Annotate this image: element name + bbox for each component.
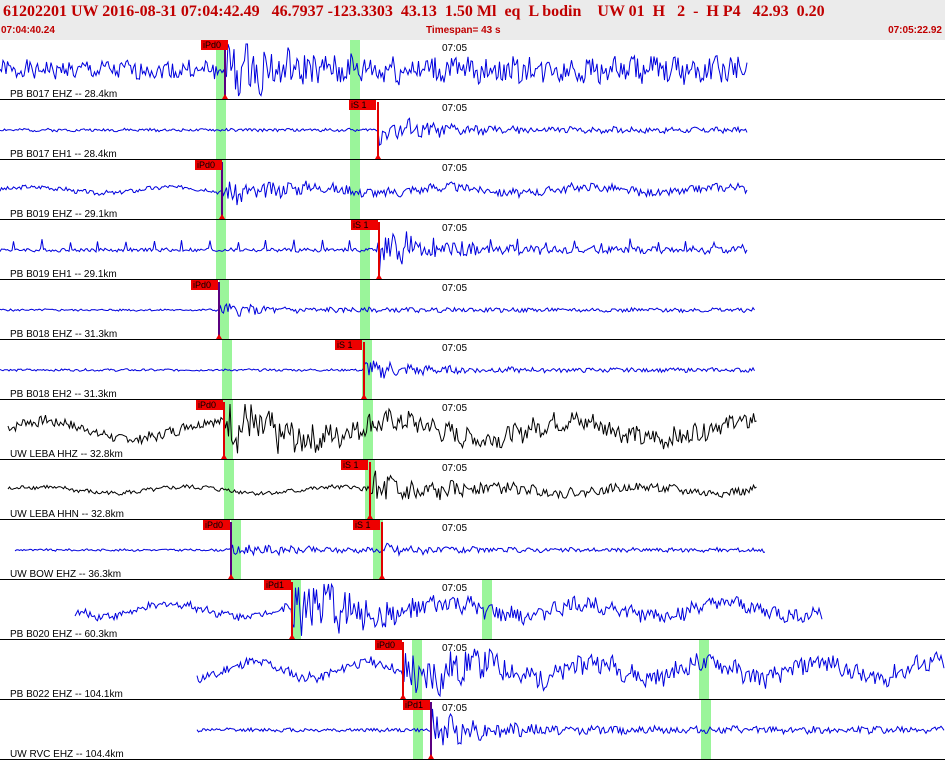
pick-label: iPd0 bbox=[197, 160, 215, 170]
start-time: 07:04:40.24 bbox=[1, 25, 55, 36]
station-label: UW RVC EHZ -- 104.4km bbox=[10, 749, 124, 760]
end-time: 07:05:22.92 bbox=[888, 25, 942, 36]
timespan-label: Timespan= 43 s bbox=[426, 25, 501, 36]
station-label: PB B019 EHZ -- 29.1km bbox=[10, 209, 117, 220]
seismogram-panel[interactable]: iPd1 07:05 UW RVC EHZ -- 104.4km bbox=[0, 700, 945, 760]
seismogram-panel[interactable]: iPd0 07:05 PB B017 EHZ -- 28.4km bbox=[0, 40, 945, 100]
seismogram-panel[interactable]: iPd0 07:05 PB B018 EHZ -- 31.3km bbox=[0, 280, 945, 340]
seismogram-panel[interactable]: iPd0 iS 1 07:05 UW BOW EHZ -- 36.3km bbox=[0, 520, 945, 580]
pick-label: iS 1 bbox=[343, 460, 359, 470]
station-label: PB B017 EH1 -- 28.4km bbox=[10, 149, 117, 160]
station-label: PB B017 EHZ -- 28.4km bbox=[10, 89, 117, 100]
station-label: PB B022 EHZ -- 104.1km bbox=[10, 689, 123, 700]
waveform-trace bbox=[14, 542, 766, 557]
pick-label: iPd1 bbox=[405, 700, 423, 710]
minute-label: 07:05 bbox=[442, 343, 467, 354]
minute-label: 07:05 bbox=[442, 703, 467, 714]
station-label: UW LEBA HHN -- 32.8km bbox=[10, 509, 124, 520]
waveform-trace bbox=[0, 180, 748, 206]
pick-label: iPd0 bbox=[203, 40, 221, 50]
station-label: PB B018 EH2 -- 31.3km bbox=[10, 389, 117, 400]
station-label: PB B020 EHZ -- 60.3km bbox=[10, 629, 117, 640]
pick-label: iPd0 bbox=[377, 640, 395, 650]
pick-arrow bbox=[400, 694, 406, 699]
pick-label: iPd1 bbox=[266, 580, 284, 590]
pick-label: iPd0 bbox=[205, 520, 223, 530]
waveform-trace bbox=[0, 117, 748, 147]
minute-label: 07:05 bbox=[442, 583, 467, 594]
pick-window bbox=[701, 700, 711, 760]
seismogram-panel[interactable]: iS 1 07:05 PB B019 EH1 -- 29.1km bbox=[0, 220, 945, 280]
pick-label: iS 1 bbox=[337, 340, 353, 350]
seismogram-panel[interactable]: iPd0 07:05 PB B022 EHZ -- 104.1km bbox=[0, 640, 945, 700]
minute-label: 07:05 bbox=[442, 223, 467, 234]
waveform-trace bbox=[7, 470, 757, 501]
pick-arrow bbox=[428, 754, 434, 759]
waveform-trace bbox=[0, 360, 755, 379]
seismogram-panel[interactable]: iPd1 07:05 PB B020 EHZ -- 60.3km bbox=[0, 580, 945, 640]
minute-label: 07:05 bbox=[442, 463, 467, 474]
waveform-trace bbox=[0, 303, 755, 317]
minute-label: 07:05 bbox=[442, 163, 467, 174]
waveform-trace bbox=[196, 648, 945, 698]
event-header: 61202201 UW 2016-08-31 07:04:42.49 46.79… bbox=[0, 0, 945, 40]
waveform-trace bbox=[7, 403, 757, 454]
waveform-trace bbox=[0, 231, 748, 273]
minute-label: 07:05 bbox=[442, 43, 467, 54]
seismogram-panel[interactable]: iS 1 07:05 PB B017 EH1 -- 28.4km bbox=[0, 100, 945, 160]
minute-label: 07:05 bbox=[442, 283, 467, 294]
seismogram-panel[interactable]: iS 1 07:05 PB B018 EH2 -- 31.3km bbox=[0, 340, 945, 400]
pick-arrow bbox=[376, 274, 382, 279]
station-label: UW BOW EHZ -- 36.3km bbox=[10, 569, 121, 580]
minute-label: 07:05 bbox=[442, 103, 467, 114]
event-summary: 61202201 UW 2016-08-31 07:04:42.49 46.79… bbox=[3, 3, 825, 20]
seismogram-panels[interactable]: iPd0 07:05 PB B017 EHZ -- 28.4km iS 1 07:05 P… bbox=[0, 40, 945, 760]
station-label: UW LEBA HHZ -- 32.8km bbox=[10, 449, 123, 460]
minute-label: 07:05 bbox=[442, 403, 467, 414]
seismogram-panel[interactable]: iS 1 07:05 UW LEBA HHN -- 32.8km bbox=[0, 460, 945, 520]
waveform-trace bbox=[196, 708, 945, 746]
pick-window bbox=[350, 160, 360, 220]
seismogram-panel[interactable]: iPd0 07:05 PB B019 EHZ -- 29.1km bbox=[0, 160, 945, 220]
pick-label: iS 1 bbox=[353, 220, 369, 230]
station-label: PB B018 EHZ -- 31.3km bbox=[10, 329, 117, 340]
station-label: PB B019 EH1 -- 29.1km bbox=[10, 269, 117, 280]
pick-label: iS 1 bbox=[351, 100, 367, 110]
pick-label: iPd0 bbox=[198, 400, 216, 410]
pick-label: iPd0 bbox=[193, 280, 211, 290]
seismogram-panel[interactable]: iPd0 07:05 UW LEBA HHZ -- 32.8km bbox=[0, 400, 945, 460]
pick-arrow bbox=[375, 154, 381, 159]
minute-label: 07:05 bbox=[442, 643, 467, 654]
minute-label: 07:05 bbox=[442, 523, 467, 534]
pick-label: iS 1 bbox=[355, 520, 371, 530]
